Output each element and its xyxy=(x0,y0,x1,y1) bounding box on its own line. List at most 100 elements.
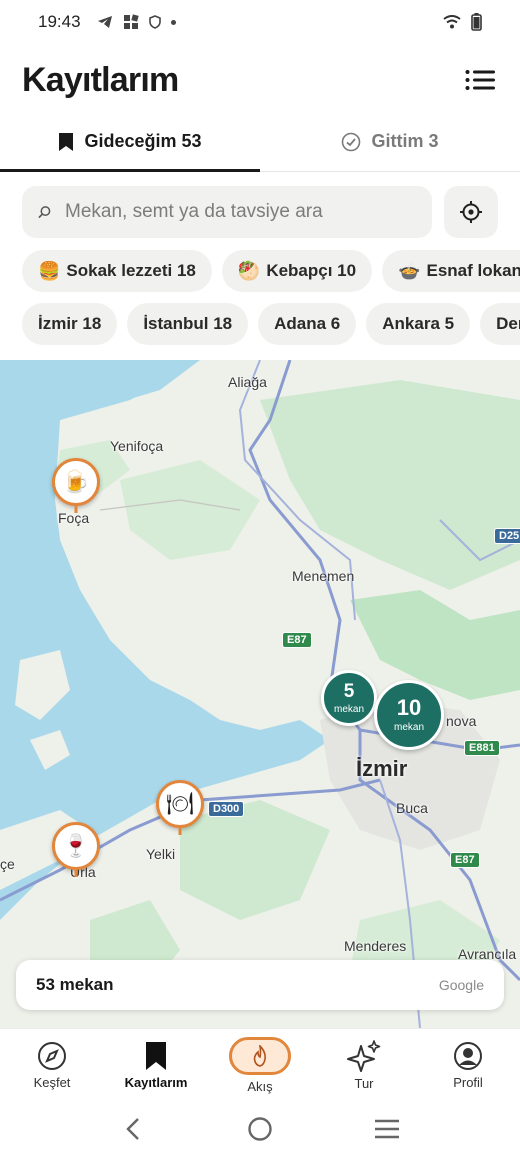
system-back-button[interactable] xyxy=(113,1109,153,1149)
kebab-icon: 🥙 xyxy=(237,260,261,281)
google-attribution: Google xyxy=(438,977,484,993)
cluster-count: 10 xyxy=(396,695,422,720)
wine-icon: 🍷 xyxy=(62,833,90,858)
plate-icon: 🍽 xyxy=(166,791,194,816)
map-label-yenifoca: Yenifoça xyxy=(110,438,164,454)
chip-label: Ankara 5 xyxy=(382,314,455,333)
nav-label: Akış xyxy=(247,1079,273,1094)
search-input[interactable] xyxy=(65,201,416,223)
nav-profil[interactable]: Profil xyxy=(416,1029,520,1102)
nav-akis[interactable]: Akış xyxy=(208,1029,312,1102)
flame-icon xyxy=(253,1045,266,1067)
nav-label: Profil xyxy=(453,1075,483,1090)
cluster-unit: mekan xyxy=(393,722,424,733)
city-chips-scroller[interactable]: İzmir 18 İstanbul 18 Adana 6 Ankara 5 De… xyxy=(0,301,520,349)
chip-label: Adana 6 xyxy=(274,314,341,333)
list-menu-icon xyxy=(465,70,495,90)
notification-icons xyxy=(97,14,176,30)
search-row xyxy=(22,186,498,238)
akis-pill xyxy=(229,1037,291,1075)
cluster-unit: mekan xyxy=(333,703,364,715)
map-pin-yelki[interactable]: 🍽 xyxy=(156,780,204,828)
map-label-menderes: Menderes xyxy=(344,938,407,954)
chip-kebapci[interactable]: 🥙 Kebapçı 10 xyxy=(221,250,373,292)
road-shield-e87: E87 xyxy=(282,632,312,648)
status-time: 19:43 xyxy=(38,12,81,31)
nav-label: Keşfet xyxy=(33,1075,71,1090)
tab-gidecegim[interactable]: Gideceğim 53 xyxy=(0,112,260,172)
tab-gittim-label: Gittim 3 xyxy=(371,131,439,151)
chevron-left-icon xyxy=(126,1117,140,1140)
chip-label: Esnaf lokanta xyxy=(426,261,520,280)
nav-kesfet[interactable]: Keşfet xyxy=(0,1029,104,1102)
category-chips-scroller[interactable]: 🍔 Sokak lezzeti 18 🥙 Kebapçı 10 🍲 Esnaf lok… xyxy=(0,248,520,296)
map-pin-foca[interactable]: 🍺 xyxy=(52,458,100,506)
locate-me-button[interactable] xyxy=(444,186,498,238)
results-summary-card[interactable]: 53 mekan Google xyxy=(16,960,504,1010)
bottom-nav: Keşfet Kayıtlarım Akış Tur Profil xyxy=(0,1028,520,1102)
app-header: Kayıtlarım xyxy=(0,52,520,108)
chip-adana[interactable]: Adana 6 xyxy=(258,303,357,345)
chip-label: Kebapçı 10 xyxy=(266,261,357,280)
map-label-ce: çe xyxy=(0,856,15,872)
system-home-button[interactable] xyxy=(240,1109,280,1149)
chip-label: Sokak lezzeti 18 xyxy=(66,261,196,280)
chip-ankara[interactable]: Ankara 5 xyxy=(366,303,471,345)
map-label-izmir: İzmir xyxy=(356,756,408,781)
search-box xyxy=(22,186,432,238)
chip-istanbul[interactable]: İstanbul 18 xyxy=(127,303,249,345)
system-nav-bar xyxy=(0,1102,520,1155)
nav-tur[interactable]: Tur xyxy=(312,1029,416,1102)
map-label-buca: Buca xyxy=(396,800,428,816)
status-right xyxy=(443,13,482,31)
system-recents-button[interactable] xyxy=(367,1109,407,1149)
road-shield-e881: E881 xyxy=(464,740,500,756)
chip-izmir[interactable]: İzmir 18 xyxy=(22,303,118,345)
compass-icon xyxy=(38,1042,66,1070)
map-cluster-10[interactable]: 10 mekan xyxy=(374,680,444,750)
more-notifications-dot xyxy=(170,19,176,25)
profile-icon xyxy=(454,1042,482,1070)
results-count: 53 mekan xyxy=(36,975,114,994)
map-pin-urla[interactable]: 🍷 xyxy=(52,822,100,870)
map-label-aliaga: Aliağa xyxy=(228,374,267,390)
map-label-menemen: Menemen xyxy=(292,568,355,584)
map-cluster-5[interactable]: 5 mekan xyxy=(321,670,377,726)
menu-button[interactable] xyxy=(462,62,498,98)
status-bar: 19:43 xyxy=(0,0,520,44)
tab-gittim[interactable]: Gittim 3 xyxy=(260,112,520,171)
battery-icon xyxy=(471,13,482,31)
nav-kayitlarim[interactable]: Kayıtlarım xyxy=(104,1029,208,1102)
recents-icon xyxy=(374,1119,399,1138)
map-label-nova: nova xyxy=(446,713,477,729)
shield-status-icon xyxy=(148,15,161,29)
map-view[interactable]: Aliağa Yenifoça Foça Menemen İzmir Buca … xyxy=(0,360,520,1028)
bookmark-filled-icon xyxy=(59,132,74,151)
road-shield-d25: D25 xyxy=(494,528,520,544)
nav-label: Kayıtlarım xyxy=(124,1075,188,1090)
chip-label: Den xyxy=(496,314,520,333)
tab-gidecegim-label: Gideceğim 53 xyxy=(84,131,202,151)
search-icon xyxy=(38,206,51,219)
crosshair-icon xyxy=(460,201,482,223)
road-shield-d300: D300 xyxy=(208,801,245,817)
wifi-icon xyxy=(443,15,461,29)
nav-label: Tur xyxy=(354,1076,374,1091)
chip-label: İzmir 18 xyxy=(38,314,102,333)
city-chip-row: İzmir 18 İstanbul 18 Adana 6 Ankara 5 De… xyxy=(22,303,520,345)
sparkle-icon xyxy=(347,1040,381,1072)
map-label-yelki: Yelki xyxy=(146,846,176,862)
cluster-count: 5 xyxy=(343,680,355,702)
chip-den[interactable]: Den xyxy=(480,303,520,345)
app-grid-icon xyxy=(123,14,139,29)
check-circle-icon xyxy=(342,132,361,151)
tab-bar: Gideceğim 53 Gittim 3 xyxy=(0,112,520,172)
bookmark-icon xyxy=(146,1042,166,1070)
burger-icon: 🍔 xyxy=(38,260,61,281)
road-shield-e87: E87 xyxy=(450,852,480,868)
chip-esnaf-lokanta[interactable]: 🍲 Esnaf lokanta xyxy=(382,250,520,292)
telegram-icon xyxy=(97,16,112,28)
category-chip-row: 🍔 Sokak lezzeti 18 🥙 Kebapçı 10 🍲 Esnaf lok… xyxy=(22,250,520,292)
page-title: Kayıtlarım xyxy=(22,60,179,99)
chip-sokak-lezzeti[interactable]: 🍔 Sokak lezzeti 18 xyxy=(22,250,212,292)
